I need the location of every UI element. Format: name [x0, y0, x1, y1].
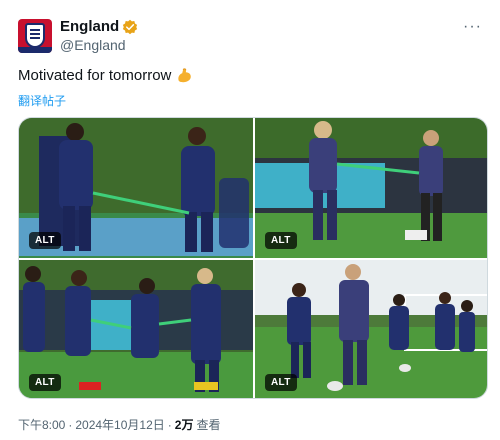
media-photo-4[interactable]: ALT: [255, 260, 487, 398]
more-options-icon[interactable]: ···: [463, 19, 482, 35]
media-photo-2[interactable]: ALT: [255, 118, 487, 258]
tweet-meta: 下午8:00 · 2024年10月12日 · 2万 查看: [18, 416, 220, 433]
verified-badge-icon: [123, 19, 138, 35]
england-crest-icon: [25, 23, 45, 48]
avatar[interactable]: [18, 19, 52, 53]
tweet-body: Motivated for tomorrow: [18, 66, 172, 84]
views-label: 查看: [196, 418, 221, 432]
translate-post-link[interactable]: 翻译帖子: [18, 92, 66, 109]
tweet-text: Motivated for tomorrow: [18, 66, 193, 84]
media-photo-3[interactable]: ALT: [19, 260, 253, 398]
alt-badge[interactable]: ALT: [29, 374, 61, 391]
author-display-name[interactable]: England: [60, 18, 119, 36]
author-names: England @England: [60, 18, 138, 54]
alt-badge[interactable]: ALT: [265, 374, 297, 391]
tweet-header: England @England: [18, 16, 138, 56]
alt-badge[interactable]: ALT: [265, 232, 297, 249]
views-count: 2万: [174, 418, 194, 432]
meta-separator: ·: [68, 417, 73, 432]
media-grid: ALT ALT ALT ALT: [18, 117, 488, 399]
media-photo-1[interactable]: ALT: [19, 118, 253, 258]
alt-badge[interactable]: ALT: [29, 232, 61, 249]
post-time[interactable]: 下午8:00: [18, 416, 65, 433]
flexed-biceps-icon: [178, 68, 192, 83]
post-date[interactable]: 2024年10月12日: [75, 416, 164, 433]
meta-separator: ·: [167, 417, 172, 432]
author-handle[interactable]: @England: [60, 36, 138, 54]
